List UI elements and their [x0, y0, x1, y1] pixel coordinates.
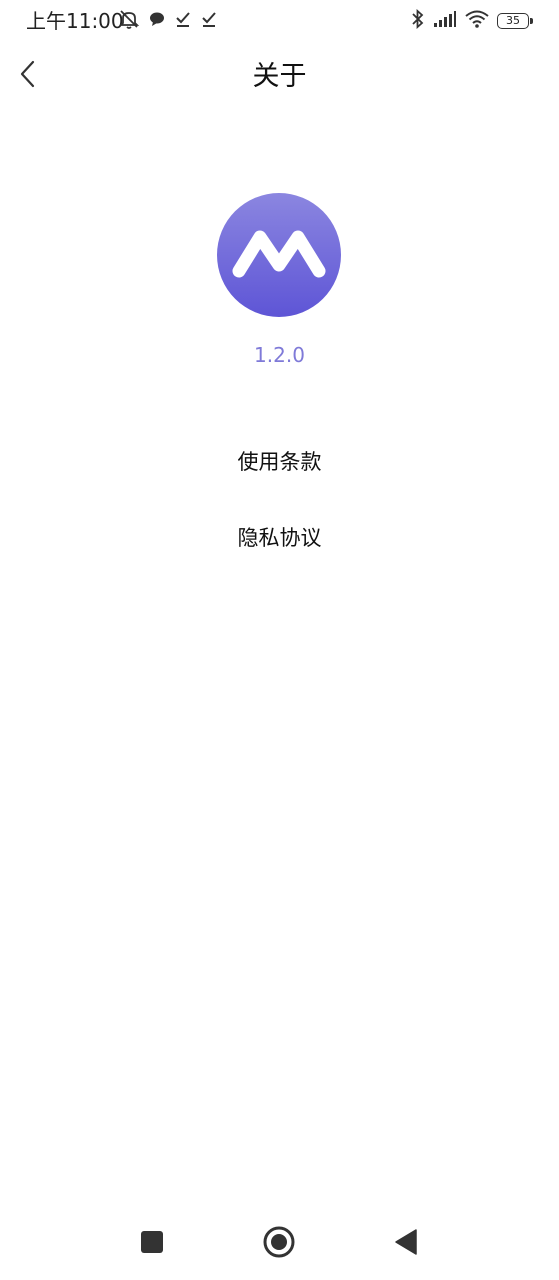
- square-icon: [140, 1230, 164, 1258]
- about-screen: 上午11:00 35 关于 1.2.0 使用条款 隐私协议: [0, 0, 559, 1280]
- status-time: 上午11:00: [26, 9, 124, 33]
- recents-button[interactable]: [132, 1224, 172, 1264]
- check-download-icon: [174, 10, 192, 32]
- page-title: 关于: [252, 61, 307, 92]
- terms-of-use-link[interactable]: 使用条款: [200, 442, 359, 482]
- battery-level: 35: [506, 14, 520, 27]
- app-version: 1.2.0: [254, 343, 305, 367]
- battery-icon: 35: [497, 13, 533, 29]
- system-nav-bar: [0, 1210, 559, 1280]
- app-logo-m-icon: [217, 193, 341, 317]
- privacy-policy-link[interactable]: 隐私协议: [200, 518, 359, 558]
- status-left-icons: [118, 10, 218, 32]
- bluetooth-icon: [411, 8, 425, 33]
- system-back-button[interactable]: [386, 1224, 426, 1264]
- wifi-icon: [465, 10, 489, 32]
- status-bar: 上午11:00 35: [0, 0, 559, 42]
- chat-bubble-icon: [148, 10, 166, 32]
- status-right-icons: 35: [411, 8, 533, 33]
- notification-off-icon: [118, 8, 140, 34]
- check-download-icon: [200, 10, 218, 32]
- app-bar: 关于: [0, 42, 559, 112]
- home-button[interactable]: [259, 1224, 299, 1264]
- signal-icon: [433, 10, 457, 32]
- circle-home-icon: [262, 1225, 296, 1263]
- triangle-back-icon: [394, 1228, 418, 1260]
